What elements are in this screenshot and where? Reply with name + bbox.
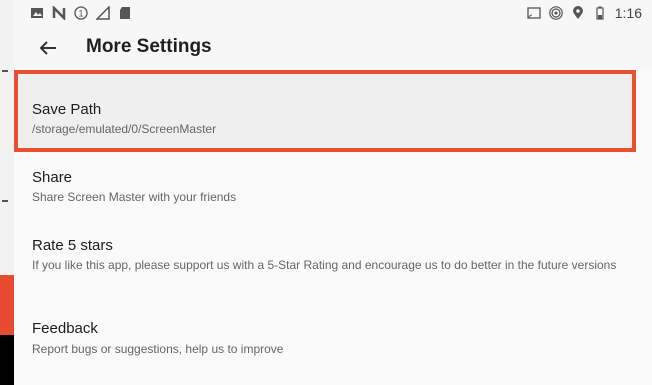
page-title: More Settings xyxy=(86,36,212,57)
hotspot-icon xyxy=(548,6,563,20)
setting-title: Feedback xyxy=(32,320,98,337)
left-edge-strip xyxy=(0,0,14,385)
signal-icon xyxy=(96,6,110,20)
setting-subtitle: Report bugs or suggestions, help us to i… xyxy=(32,342,284,356)
sd-card-icon xyxy=(120,7,130,19)
notification-1-icon: 1 xyxy=(74,6,88,20)
cast-icon xyxy=(527,7,541,19)
location-icon xyxy=(572,6,583,19)
status-left-icons: 1 xyxy=(30,6,132,20)
svg-text:1: 1 xyxy=(78,9,83,19)
setting-title: Share xyxy=(32,169,73,186)
setting-feedback[interactable]: Feedback Report bugs or suggestions, hel… xyxy=(14,312,652,372)
status-bar: 1 1:16 xyxy=(14,0,652,28)
setting-subtitle: If you like this app, please support us … xyxy=(32,258,617,272)
edge-red-block xyxy=(0,275,14,335)
back-arrow-icon[interactable] xyxy=(36,36,60,60)
status-right-icons: 1:16 xyxy=(527,5,642,21)
screen: 1 1:16 More Settings Save Path /storage/… xyxy=(14,0,652,385)
setting-save-path[interactable]: Save Path /storage/emulated/0/ScreenMast… xyxy=(14,70,652,152)
image-icon xyxy=(31,8,43,18)
setting-title: Save Path xyxy=(32,101,102,118)
edge-mark xyxy=(2,200,8,202)
setting-subtitle: /storage/emulated/0/ScreenMaster xyxy=(32,122,217,136)
setting-rate[interactable]: Rate 5 stars If you like this app, pleas… xyxy=(14,228,652,300)
setting-title: Rate 5 stars xyxy=(32,237,113,254)
battery-icon xyxy=(596,6,604,20)
setting-subtitle: Share Screen Master with your friends xyxy=(32,190,237,204)
setting-share[interactable]: Share Share Screen Master with your frie… xyxy=(14,160,652,220)
toolbar: More Settings xyxy=(14,28,652,68)
status-time: 1:16 xyxy=(614,5,642,21)
edge-mark xyxy=(2,70,8,72)
n-icon xyxy=(52,6,66,20)
edge-black-block xyxy=(0,335,14,385)
